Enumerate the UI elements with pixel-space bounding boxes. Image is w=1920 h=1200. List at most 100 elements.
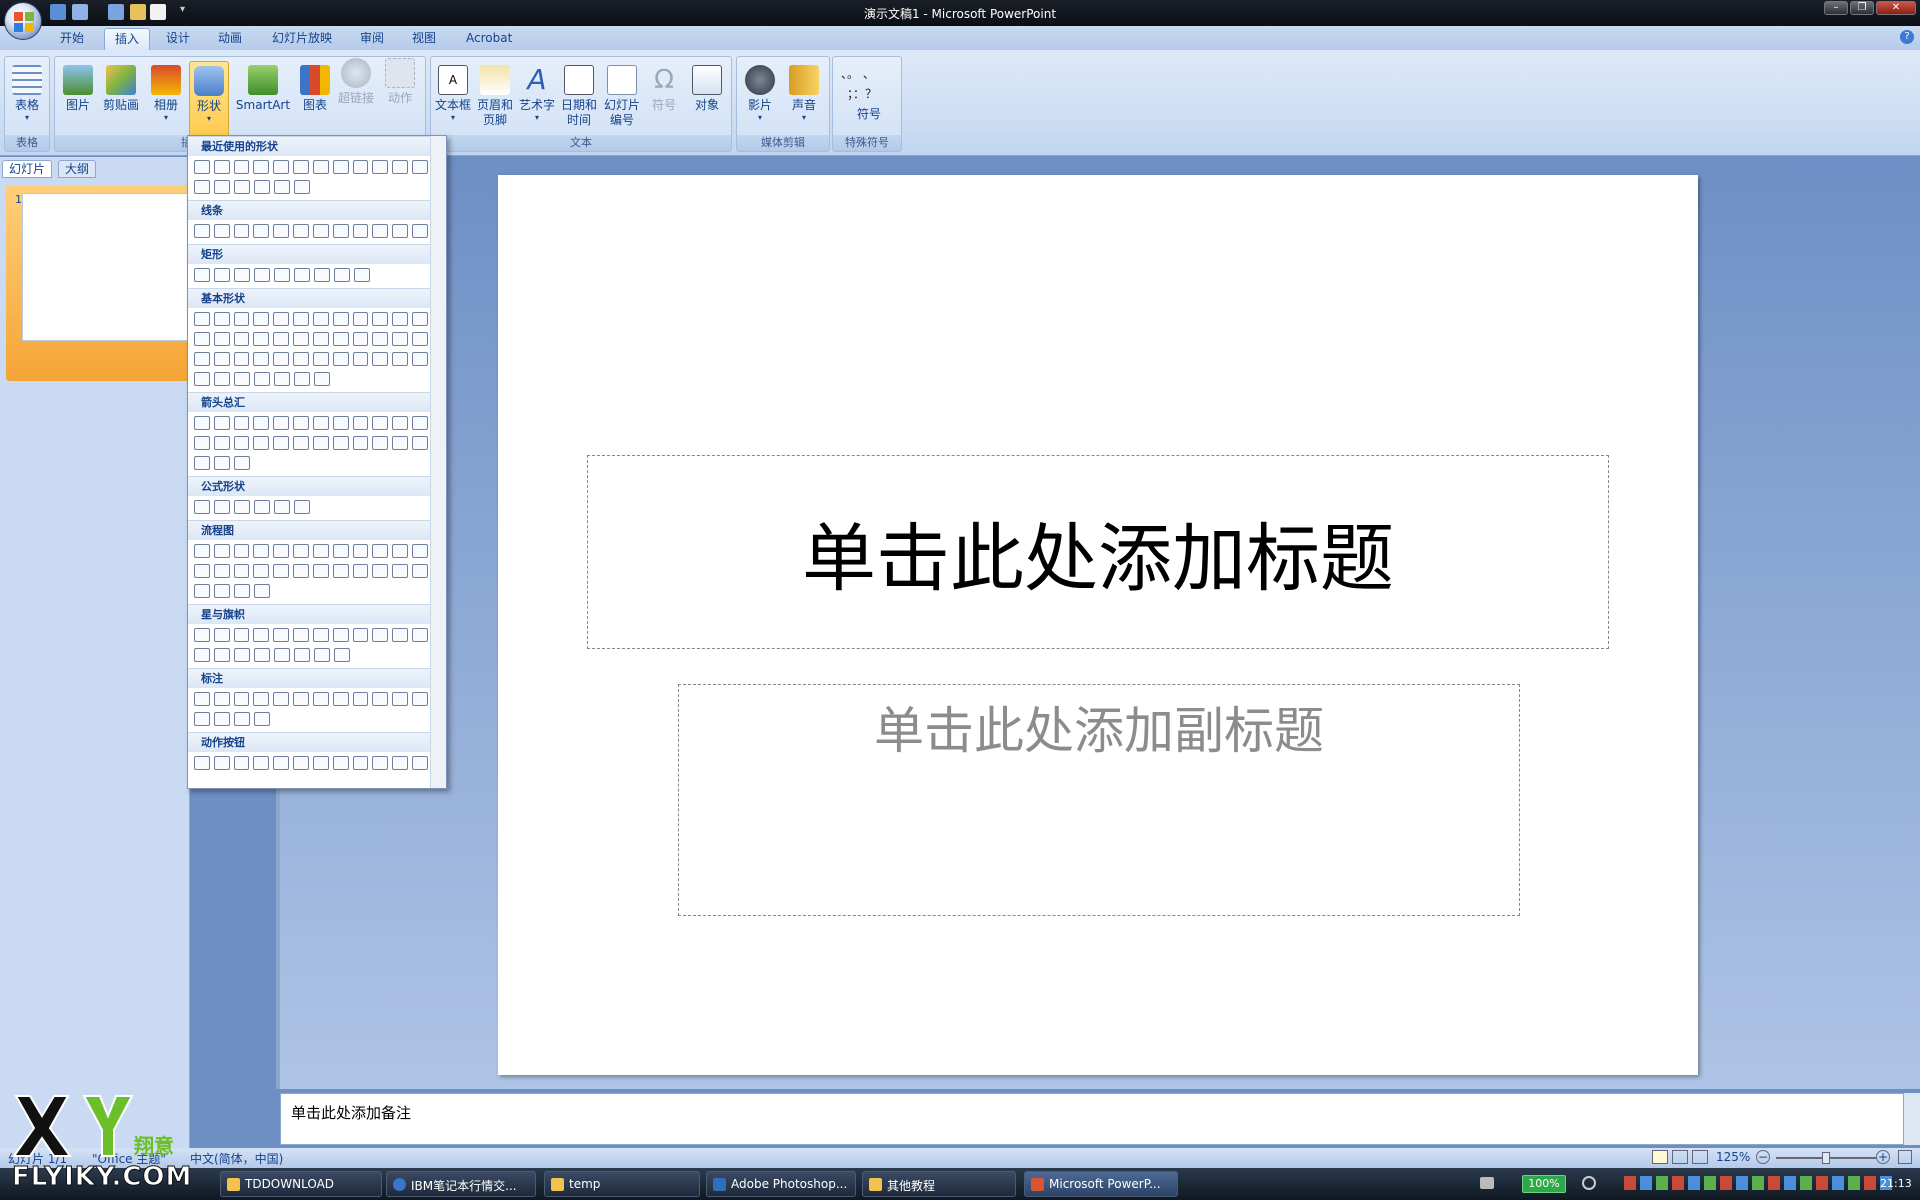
normal-view-icon[interactable]	[1652, 1150, 1668, 1164]
special-symbols-row1[interactable]: 、。 、	[841, 65, 875, 82]
shape-row[interactable]	[194, 756, 428, 772]
tab-view[interactable]: 视图	[402, 28, 446, 50]
photoshop-icon	[713, 1178, 726, 1191]
watermark: 翔意 FLYIKY.COM	[11, 1094, 232, 1200]
tab-review[interactable]: 审阅	[350, 28, 394, 50]
hyperlink-button[interactable]: 超链接	[336, 58, 376, 136]
close-button[interactable]: ✕	[1876, 1, 1916, 15]
redo-icon[interactable]	[108, 4, 124, 20]
textbox-icon: A	[438, 65, 468, 95]
new-document-icon[interactable]	[150, 4, 166, 20]
gallery-scrollbar[interactable]	[430, 136, 446, 788]
symbol-button[interactable]: Ω 符号	[645, 65, 683, 143]
zoom-out-icon[interactable]: −	[1756, 1150, 1770, 1164]
tab-acrobat[interactable]: Acrobat	[456, 28, 522, 50]
chart-button[interactable]: 图表	[295, 65, 335, 143]
shape-row[interactable]	[194, 224, 428, 240]
shape-row[interactable]	[194, 648, 428, 664]
shape-row[interactable]	[194, 456, 428, 472]
taskbar-item-tutorials[interactable]: 其他教程	[862, 1171, 1016, 1197]
clipart-button[interactable]: 剪贴画	[99, 65, 143, 143]
shape-row[interactable]	[194, 692, 428, 708]
zoom-slider-thumb[interactable]	[1822, 1152, 1830, 1164]
shape-row[interactable]	[194, 436, 428, 452]
office-button[interactable]	[4, 2, 42, 40]
taskbar-item-powerpoint[interactable]: Microsoft PowerP...	[1024, 1171, 1178, 1197]
subtitle-placeholder[interactable]: 单击此处添加副标题	[678, 684, 1520, 916]
shape-row[interactable]	[194, 584, 428, 600]
special-symbol-button[interactable]: 符号	[857, 105, 881, 122]
tab-home[interactable]: 开始	[50, 28, 94, 50]
minimize-button[interactable]: –	[1824, 1, 1848, 15]
tab-insert[interactable]: 插入	[104, 28, 151, 50]
picture-button[interactable]: 图片	[59, 65, 97, 143]
customize-qat-icon[interactable]: ▾	[180, 4, 190, 20]
shape-row[interactable]	[194, 372, 428, 388]
textbox-button[interactable]: A 文本框 ▾	[433, 65, 473, 143]
notes-scrollbar[interactable]	[1904, 1093, 1920, 1145]
save-icon[interactable]	[50, 4, 66, 20]
shape-row[interactable]	[194, 712, 428, 728]
special-symbols-row2[interactable]: ；：？	[847, 85, 877, 102]
slide-thumbnail[interactable]	[22, 193, 192, 341]
tab-design[interactable]: 设计	[156, 28, 200, 50]
photo-album-icon	[151, 65, 181, 95]
notes-pane[interactable]: 单击此处添加备注	[280, 1093, 1904, 1145]
system-tray-icons[interactable]	[1624, 1176, 1894, 1190]
slide-number-button[interactable]: 幻灯片 编号	[601, 65, 643, 143]
tab-slideshow[interactable]: 幻灯片放映	[262, 28, 342, 50]
shape-row[interactable]	[194, 268, 428, 284]
powerpoint-icon	[1031, 1178, 1044, 1191]
object-button[interactable]: 对象	[687, 65, 727, 143]
battery-indicator[interactable]: 100%	[1522, 1175, 1566, 1193]
table-button[interactable]: 表格 ▾	[7, 65, 47, 143]
folder-icon	[869, 1178, 882, 1191]
restore-button[interactable]: ❐	[1850, 1, 1874, 15]
tab-slides[interactable]: 幻灯片	[2, 160, 53, 178]
shape-row[interactable]	[194, 544, 428, 560]
undo-icon[interactable]	[72, 4, 88, 20]
slide-thumbnail-selected[interactable]: 1	[6, 185, 192, 381]
group-media: 影片 ▾ 声音 ▾ 媒体剪辑	[736, 56, 830, 152]
section-callouts: 标注	[188, 668, 430, 688]
tab-outline[interactable]: 大纲	[58, 160, 97, 178]
zoom-in-icon[interactable]: +	[1876, 1150, 1890, 1164]
clock[interactable]: 21:13	[1880, 1177, 1912, 1190]
shape-row[interactable]	[194, 180, 428, 196]
shape-row[interactable]	[194, 416, 428, 432]
movie-button[interactable]: 影片 ▾	[739, 65, 781, 143]
zoom-level[interactable]: 125%	[1716, 1150, 1750, 1164]
slide-sorter-icon[interactable]	[1672, 1150, 1688, 1164]
section-rectangles: 矩形	[188, 244, 430, 264]
photo-album-button[interactable]: 相册 ▾	[147, 65, 185, 143]
header-footer-button[interactable]: 页眉和 页脚	[475, 65, 515, 143]
tab-animations[interactable]: 动画	[208, 28, 252, 50]
shapes-button[interactable]: 形状 ▾	[189, 61, 229, 143]
shape-row[interactable]	[194, 352, 428, 368]
shapes-icon	[194, 66, 224, 96]
shape-row[interactable]	[194, 564, 428, 580]
action-button[interactable]: 动作	[380, 58, 420, 136]
wordart-button[interactable]: A 艺术字 ▾	[517, 65, 557, 143]
taskbar-item-ibm[interactable]: IBM笔记本行情交...	[386, 1171, 536, 1197]
taskbar-item-photoshop[interactable]: Adobe Photoshop...	[706, 1171, 856, 1197]
title-placeholder[interactable]: 单击此处添加标题	[587, 455, 1609, 649]
help-icon[interactable]: ?	[1900, 30, 1914, 44]
open-folder-icon[interactable]	[130, 4, 146, 20]
slideshow-view-icon[interactable]	[1692, 1150, 1708, 1164]
shape-row[interactable]	[194, 160, 428, 176]
keyboard-icon[interactable]	[1480, 1177, 1494, 1189]
taskbar-item-temp[interactable]: temp	[544, 1171, 700, 1197]
window-title: 演示文稿1 - Microsoft PowerPoint	[863, 7, 1057, 21]
slide[interactable]: 单击此处添加标题 单击此处添加副标题	[498, 175, 1698, 1075]
datetime-button[interactable]: 日期和 时间	[559, 65, 599, 143]
shape-row[interactable]	[194, 332, 428, 348]
sound-button[interactable]: 声音 ▾	[783, 65, 825, 143]
shape-row[interactable]	[194, 628, 428, 644]
tray-icon[interactable]	[1582, 1176, 1596, 1190]
shape-row[interactable]	[194, 312, 428, 328]
smartart-button[interactable]: SmartArt	[233, 65, 293, 143]
shape-row[interactable]	[194, 500, 428, 516]
fit-to-window-icon[interactable]	[1898, 1150, 1912, 1164]
taskbar-item-tddownload[interactable]: TDDOWNLOAD	[220, 1171, 382, 1197]
